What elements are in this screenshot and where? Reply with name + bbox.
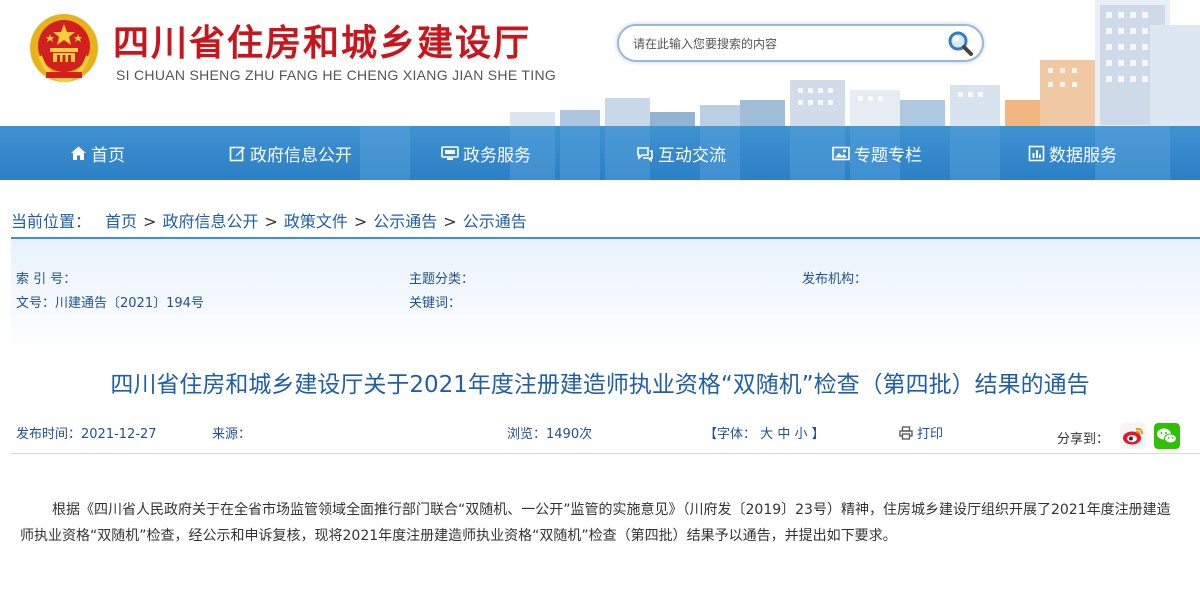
breadcrumb-separator: > xyxy=(264,212,278,231)
printer-icon xyxy=(899,425,913,440)
publish-date: 发布时间：2021-12-27 xyxy=(16,427,157,442)
search-box xyxy=(617,24,984,62)
font-size-small-button[interactable]: 小 xyxy=(794,427,807,442)
print-button[interactable]: 打印 xyxy=(899,423,943,442)
breadcrumb-separator: > xyxy=(443,212,457,231)
article-title: 四川省住房和城乡建设厅关于2021年度注册建造师执业资格“双随机”检查（第四批）… xyxy=(110,372,1090,398)
theme-category: 主题分类： xyxy=(409,272,475,287)
site-subtitle: SI CHUAN SHENG ZHU FANG HE CHENG XIANG J… xyxy=(116,67,557,83)
nav-item-special-topics[interactable]: 专题专栏 xyxy=(832,126,922,180)
font-size-medium-button[interactable]: 中 xyxy=(777,427,790,442)
nav-item-label: 数据服务 xyxy=(1049,145,1117,166)
breadcrumb-link-policy-docs[interactable]: 政策文件 xyxy=(284,212,348,231)
breadcrumb-link-home[interactable]: 首页 xyxy=(105,212,137,231)
article-body: 根据《四川省人民政府关于在全省市场监管领域全面推行部门联合“双随机、一公开”监管… xyxy=(20,502,1171,544)
nav-item-label: 政务服务 xyxy=(463,145,531,166)
share-label: 分享到： xyxy=(1057,432,1110,447)
breadcrumb-separator: > xyxy=(143,212,157,231)
site-title: 四川省住房和城乡建设厅 xyxy=(113,22,532,64)
breadcrumb: 当前位置： 首页 > 政府信息公开 > 政策文件 > 公示通告 > 公示通告 xyxy=(11,208,527,232)
breadcrumb-label: 当前位置： xyxy=(11,212,92,231)
breadcrumb-link-notices[interactable]: 公示通告 xyxy=(373,212,437,231)
meta-divider xyxy=(11,453,1200,454)
font-size-controls: 【字体： 大 中 小 】 xyxy=(704,423,825,442)
home-icon xyxy=(71,146,86,160)
image-icon xyxy=(832,146,850,160)
weibo-share-icon[interactable] xyxy=(1120,423,1146,449)
view-count: 浏览：1490次 xyxy=(507,427,593,442)
chat-icon xyxy=(637,146,653,162)
nav-item-label: 互动交流 xyxy=(658,145,726,166)
site-header: 四川省住房和城乡建设厅 SI CHUAN SHENG ZHU FANG HE C… xyxy=(0,0,1200,126)
nav-item-interaction[interactable]: 互动交流 xyxy=(636,126,726,180)
nav-item-data-services[interactable]: 数据服务 xyxy=(1028,126,1117,180)
edit-icon xyxy=(229,146,245,161)
nav-item-government-info[interactable]: 政府信息公开 xyxy=(229,126,352,180)
search-icon[interactable] xyxy=(946,29,974,57)
font-size-large-button[interactable]: 大 xyxy=(760,427,773,442)
document-info-box: 索 引 号： 主题分类： 发布机构： 文号：川建通告〔2021〕194号 关键词… xyxy=(11,237,1200,357)
document-number: 文号：川建通告〔2021〕194号 xyxy=(16,296,204,311)
search-input[interactable] xyxy=(633,34,933,54)
nav-item-government-services[interactable]: 政务服务 xyxy=(441,126,531,180)
breadcrumb-link-notices-current[interactable]: 公示通告 xyxy=(463,212,527,231)
nav-item-label: 专题专栏 xyxy=(854,145,922,166)
monitor-icon xyxy=(441,145,459,160)
article-source: 来源： xyxy=(212,427,252,442)
index-number: 索 引 号： xyxy=(16,272,77,287)
print-label: 打印 xyxy=(917,427,944,442)
nav-item-home[interactable]: 首页 xyxy=(70,126,125,180)
nav-item-label: 政府信息公开 xyxy=(250,145,352,166)
publishing-agency: 发布机构： xyxy=(802,272,868,287)
wechat-share-icon[interactable] xyxy=(1154,423,1180,449)
breadcrumb-link-government-info[interactable]: 政府信息公开 xyxy=(162,212,258,231)
chart-icon xyxy=(1028,145,1045,161)
font-size-label: 【字体： xyxy=(704,427,757,442)
main-nav: 首页 政府信息公开 政务服务 互动交流 专题专栏 数据服务 xyxy=(0,126,1200,180)
keywords: 关键词： xyxy=(409,296,462,311)
nav-item-label: 首页 xyxy=(91,145,125,166)
breadcrumb-separator: > xyxy=(353,212,368,231)
nav-skyline-decoration xyxy=(360,126,1170,180)
font-size-label-close: 】 xyxy=(811,427,825,442)
national-emblem-icon xyxy=(30,14,98,83)
